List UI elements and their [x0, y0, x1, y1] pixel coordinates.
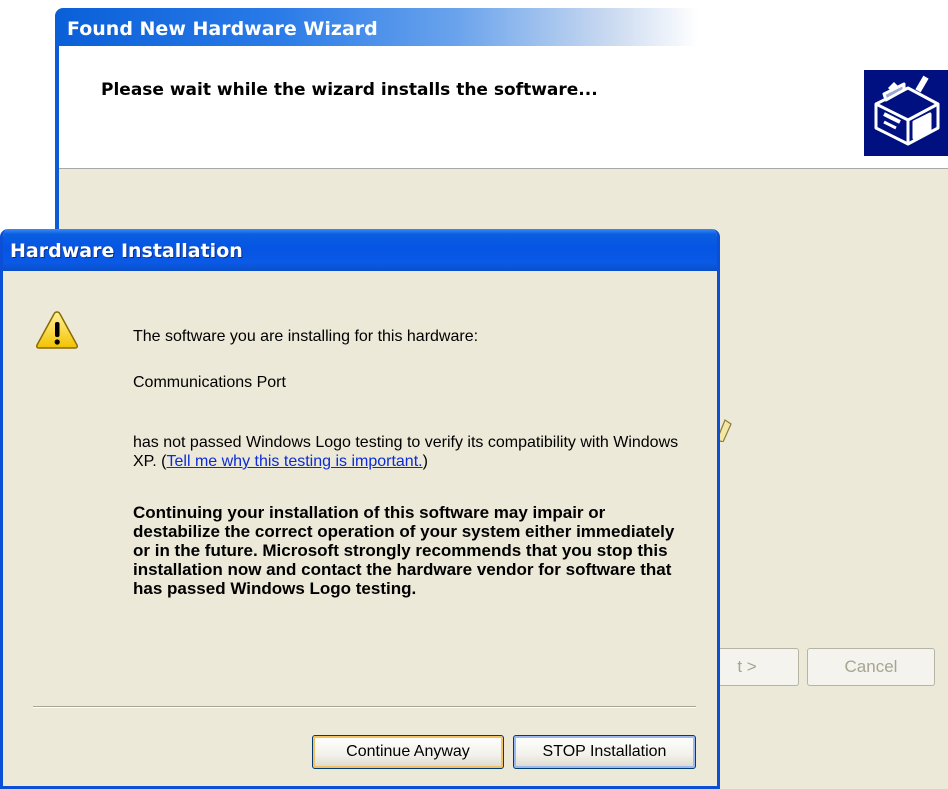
wizard-titlebar[interactable]: Found New Hardware Wizard [55, 8, 948, 46]
device-name: Communications Port [133, 374, 286, 391]
warning-message: Continuing your installation of this sof… [133, 503, 675, 598]
hardware-install-icon [864, 70, 948, 156]
dialog-title: Hardware Installation [10, 240, 243, 262]
dialog-intro-text: The software you are installing for this… [133, 328, 479, 345]
dialog-body: The software you are installing for this… [3, 271, 717, 786]
dialog-separator [33, 706, 696, 708]
wizard-header: Please wait while the wizard installs th… [59, 46, 948, 169]
dialog-titlebar[interactable]: Hardware Installation [3, 229, 717, 271]
hardware-installation-dialog: Hardware Installation The software you a… [0, 229, 720, 789]
stop-installation-button[interactable]: STOP Installation [513, 735, 696, 769]
logo-testing-text: has not passed Windows Logo testing to v… [133, 433, 693, 471]
wizard-title: Found New Hardware Wizard [67, 18, 378, 40]
wizard-cancel-button[interactable]: Cancel [807, 648, 935, 686]
tell-me-why-link[interactable]: Tell me why this testing is important. [167, 453, 423, 470]
warning-icon [36, 311, 78, 349]
logo-testing-close-paren: ) [422, 453, 428, 470]
wizard-heading: Please wait while the wizard installs th… [101, 80, 598, 100]
continue-anyway-button[interactable]: Continue Anyway [312, 735, 504, 769]
